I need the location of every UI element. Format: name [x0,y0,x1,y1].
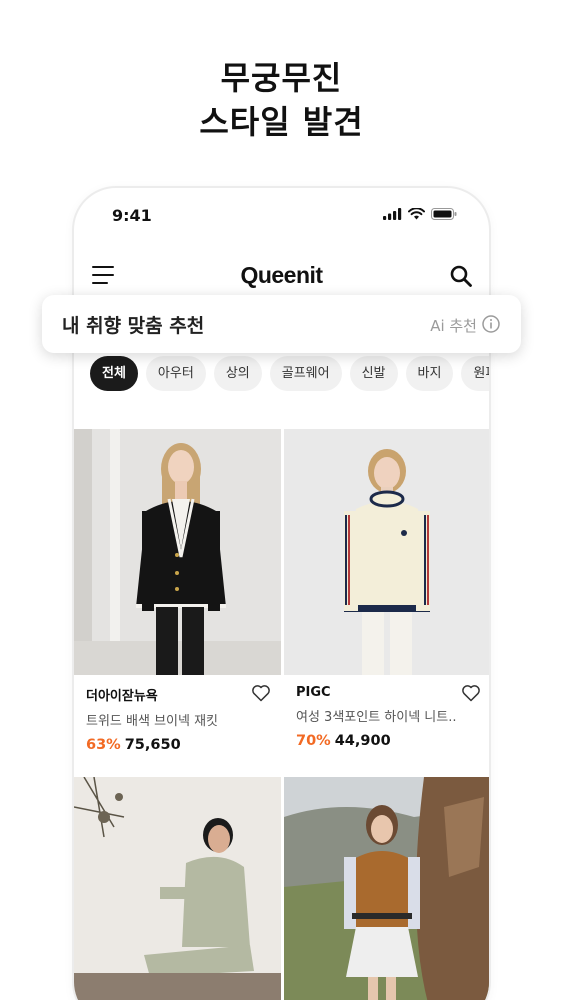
discount-rate: 63% [86,737,121,753]
promo-headline: 무궁무진 스타일 발견 [0,56,563,144]
signal-icon [383,208,402,220]
tab-golfwear[interactable]: 골프웨어 [269,356,342,391]
product-name: 여성 3색포인트 하이넥 니트.. [296,710,457,725]
status-time: 9:41 [112,206,152,225]
product-info: PIGC 여성 3색포인트 하이넥 니트.. 70% 44,900 [284,675,489,777]
headline-line-1: 무궁무진 [220,59,343,97]
heart-icon[interactable] [251,683,271,703]
product-card[interactable]: 더아이잗뉴욕 트위드 배색 브이넥 재킷 63% 75,650 [74,429,281,777]
discount-rate: 70% [296,733,331,749]
tab-shoes[interactable]: 신발 [349,356,398,391]
product-name: 트위드 배색 브이넥 재킷 [86,714,218,729]
product-image[interactable] [284,777,489,1000]
status-icons [383,208,457,220]
product-price: 63% 75,650 [86,737,281,753]
product-image[interactable] [284,429,489,675]
tab-pants[interactable]: 바지 [405,356,454,391]
status-bar: 9:41 [74,188,489,244]
search-icon[interactable] [449,264,473,288]
tab-all[interactable]: 전체 [90,356,138,391]
info-icon[interactable] [481,314,501,334]
app-bar: Queenit [74,254,489,298]
app-logo: Queenit [240,262,323,288]
headline-line-2: 스타일 발견 [199,103,364,141]
product-image[interactable] [74,429,281,675]
recommend-title: 내 취향 맞춤 추천 [62,315,205,337]
product-card[interactable]: PIGC 여성 3색포인트 하이넥 니트.. 70% 44,900 [284,429,489,777]
tab-outer[interactable]: 아우터 [145,356,206,391]
recommend-banner[interactable]: 내 취향 맞춤 추천 Ai 추천 [42,295,521,353]
heart-icon[interactable] [461,683,481,703]
product-info: 더아이잗뉴욕 트위드 배색 브이넥 재킷 63% 75,650 [74,675,281,777]
price-value: 44,900 [334,733,391,749]
tab-dress[interactable]: 원피스 [461,356,489,391]
tab-tops[interactable]: 상의 [213,356,262,391]
battery-icon [431,208,457,220]
product-image[interactable] [74,777,281,1000]
category-tabs: 전체 아우터 상의 골프웨어 신발 바지 원피스 [90,356,489,391]
wifi-icon [408,208,425,220]
product-card[interactable] [284,777,489,1000]
price-value: 75,650 [124,737,181,753]
product-price: 70% 44,900 [296,733,489,749]
ai-recommend-label[interactable]: Ai 추천 [430,315,477,336]
product-card[interactable] [74,777,281,1000]
